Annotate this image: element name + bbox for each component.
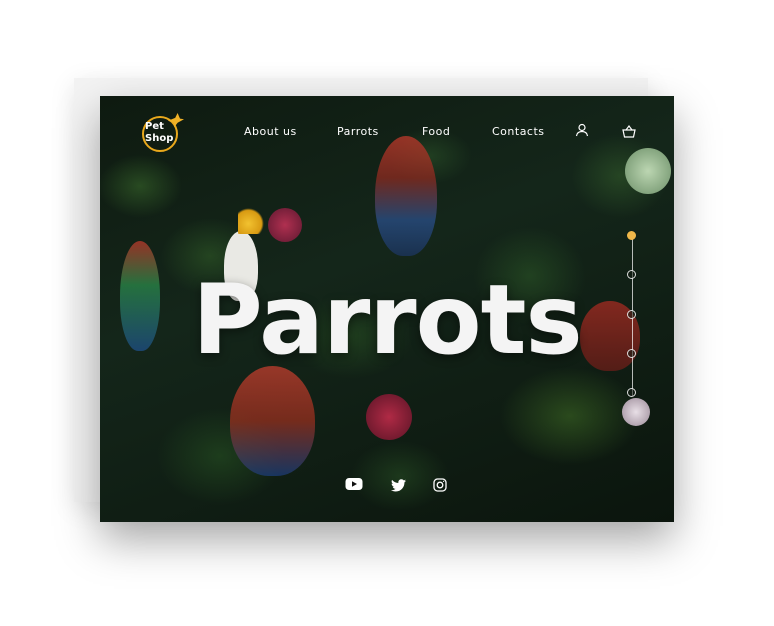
flower-image <box>622 398 650 426</box>
cockatoo-crest <box>238 208 264 234</box>
macaw-image <box>375 136 437 256</box>
pager-dot-1[interactable] <box>627 231 636 240</box>
flower-image <box>625 148 671 194</box>
pager-dot-2[interactable] <box>627 270 636 279</box>
pager-dot-4[interactable] <box>627 349 636 358</box>
hero-frame: Pet Shop About us Parrots Food Contacts … <box>100 96 674 522</box>
logo-text: Pet Shop <box>145 121 185 145</box>
logo-text-line2: Shop <box>145 133 174 144</box>
nav-about-us[interactable]: About us <box>244 125 297 138</box>
nav-contacts[interactable]: Contacts <box>492 125 545 138</box>
pager-dot-3[interactable] <box>627 310 636 319</box>
macaw-image <box>230 366 315 476</box>
pager-dot-5[interactable] <box>627 388 636 397</box>
nav-parrots[interactable]: Parrots <box>337 125 379 138</box>
basket-icon[interactable] <box>622 123 636 138</box>
twitter-icon[interactable] <box>391 477 406 496</box>
user-icon[interactable] <box>575 122 589 137</box>
flower-image <box>366 394 412 440</box>
hero-title: Parrots <box>192 264 582 376</box>
logo[interactable]: Pet Shop <box>100 96 190 156</box>
youtube-icon[interactable] <box>345 476 363 495</box>
flower-image <box>268 208 302 242</box>
instagram-icon[interactable] <box>433 477 447 496</box>
nav-food[interactable]: Food <box>422 125 450 138</box>
logo-text-line1: Pet <box>145 121 164 132</box>
